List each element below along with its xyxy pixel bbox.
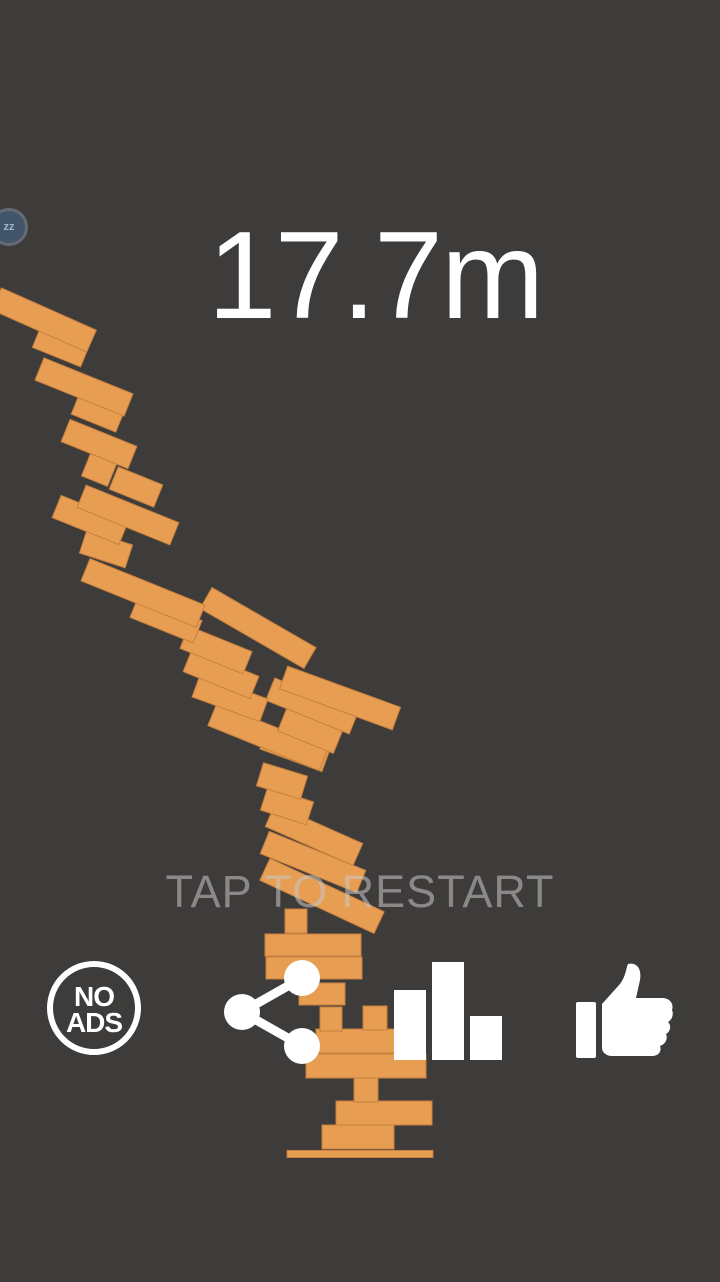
tap-to-restart-prompt[interactable]: TAP TO RESTART	[0, 866, 720, 918]
height-score: 17.7m	[207, 207, 545, 345]
like-button[interactable]	[574, 962, 674, 1058]
tower-block	[286, 1150, 434, 1158]
share-button[interactable]	[220, 960, 326, 1066]
tower-block	[255, 762, 309, 800]
thumbs-up-icon	[576, 963, 673, 1058]
share-icon	[224, 960, 320, 1064]
leaderboard-button[interactable]	[394, 962, 502, 1060]
tower-block	[362, 1005, 388, 1031]
leaderboard-icon	[394, 962, 502, 1060]
tower-block	[321, 1124, 395, 1150]
tower-block	[264, 933, 362, 957]
no-ads-button[interactable]: NO ADS	[47, 961, 141, 1055]
tower-block	[353, 1075, 379, 1103]
game-stage[interactable]: zz 17.7m TAP TO RESTART NO ADS	[0, 0, 720, 1282]
block-tower	[0, 287, 434, 1158]
no-ads-label-line2: ADS	[65, 1007, 123, 1038]
tower-block	[335, 1100, 433, 1126]
